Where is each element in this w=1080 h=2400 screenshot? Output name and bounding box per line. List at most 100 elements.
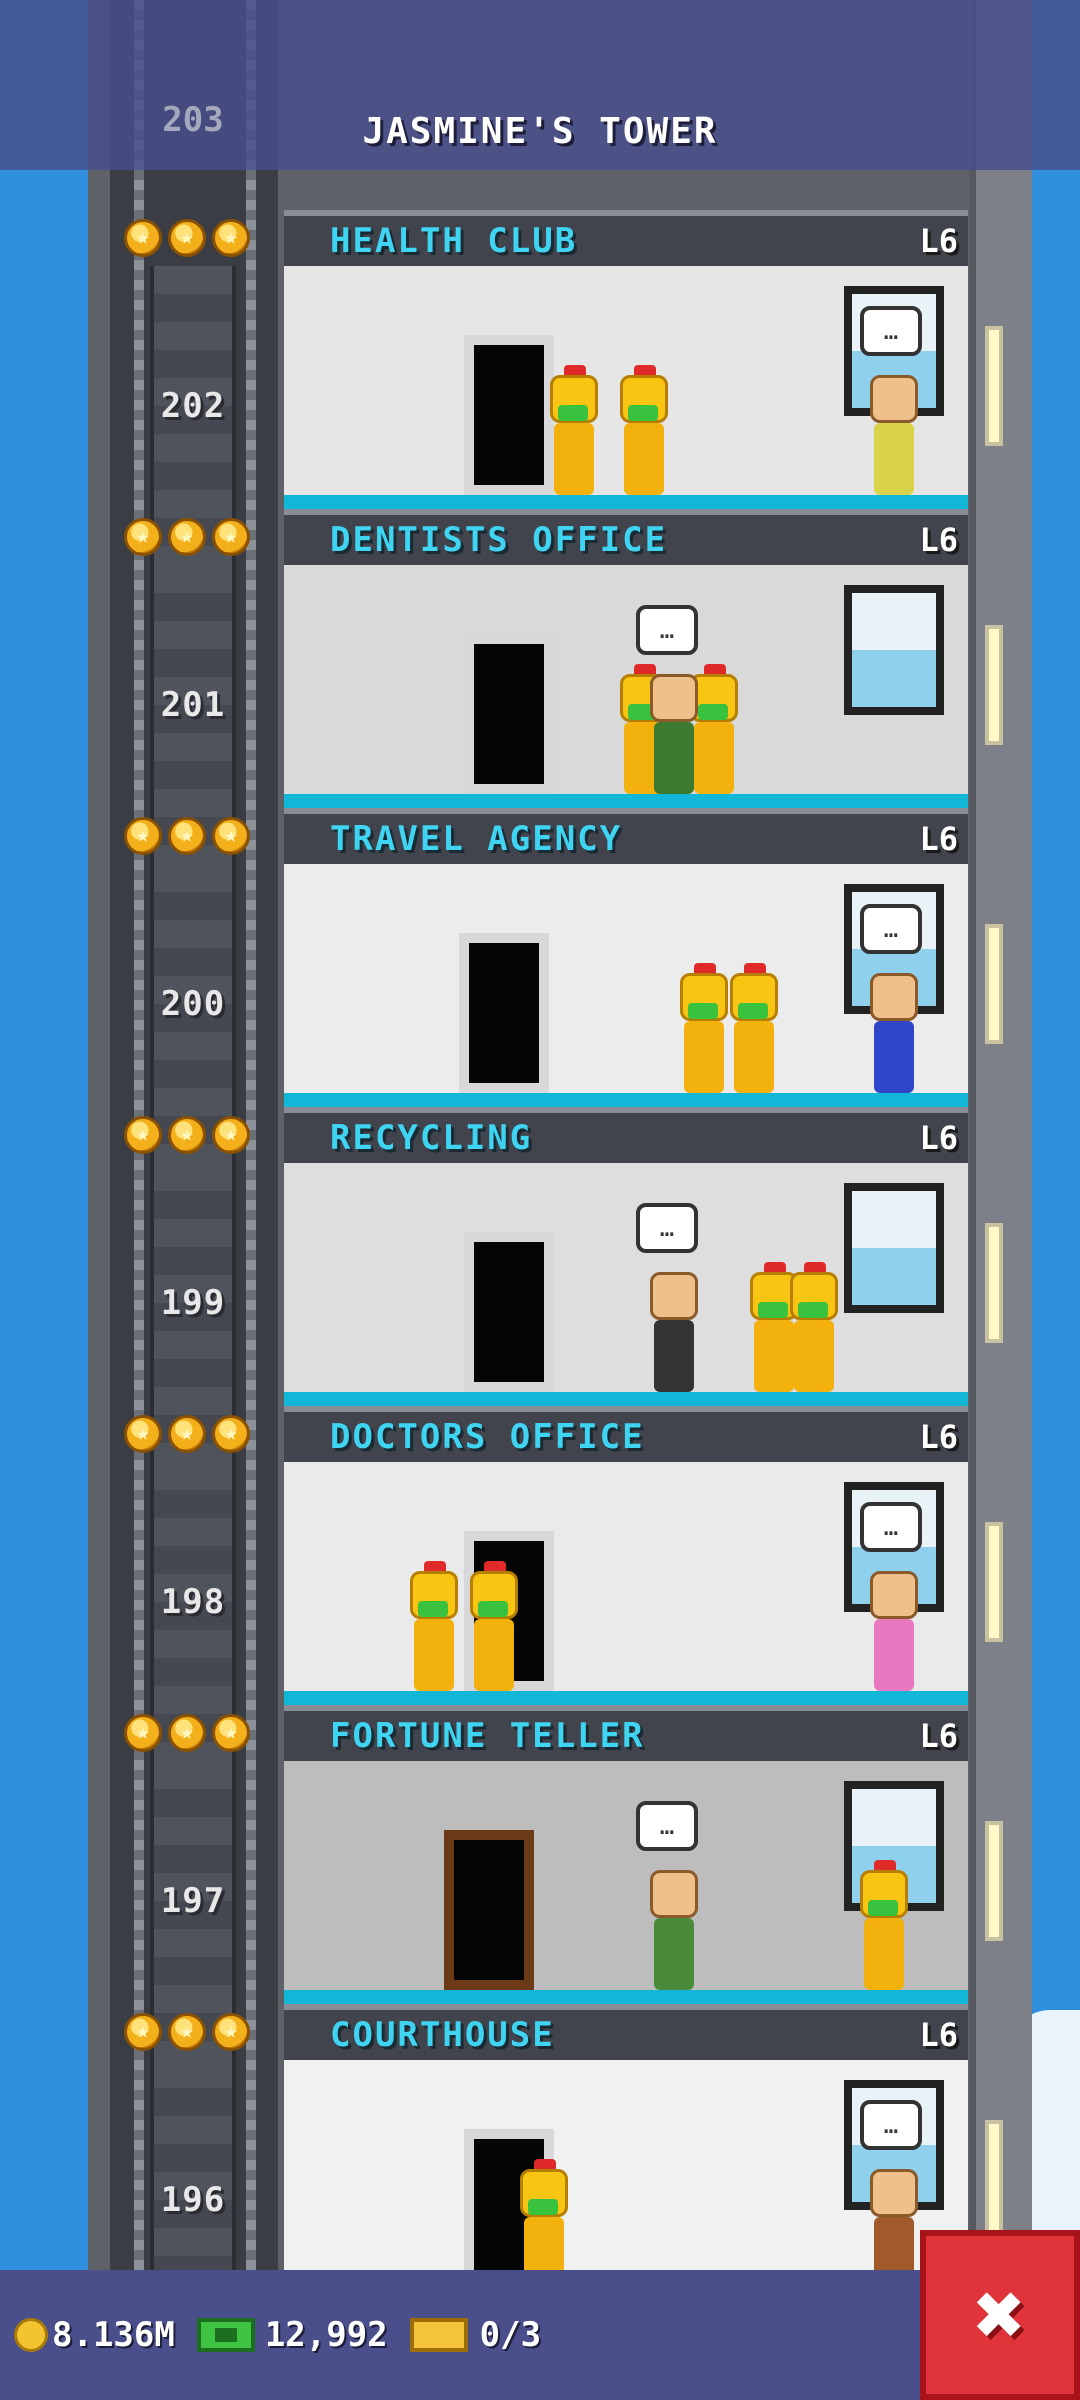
floor-room[interactable]: … xyxy=(284,864,968,1107)
bitizen-head xyxy=(650,1870,698,1918)
floor-number: 203 xyxy=(162,100,224,140)
star-icon: ★ xyxy=(212,1415,250,1453)
star-rating: ★ ★ ★ xyxy=(124,1415,250,1453)
floor-number: 196 xyxy=(160,2180,226,2220)
tower-window xyxy=(985,1821,1003,1941)
bitizen[interactable] xyxy=(644,1272,704,1392)
floor-number: 198 xyxy=(160,1582,226,1622)
star-rating: ★ ★ ★ xyxy=(124,1714,250,1752)
bitizen-body xyxy=(874,1021,914,1093)
floor-number: 202 xyxy=(160,386,226,426)
floor-room[interactable]: … xyxy=(284,565,968,808)
bitizen[interactable] xyxy=(644,674,704,794)
floor-name: DENTISTS OFFICE xyxy=(330,520,668,560)
bitizen[interactable] xyxy=(864,375,924,495)
chicken-costume-bitizen[interactable] xyxy=(724,963,784,1093)
floor[interactable]: FORTUNE TELLER L6 … xyxy=(284,1705,968,2004)
chicken-beak xyxy=(688,1003,718,1019)
floor-room[interactable]: … xyxy=(284,1462,968,1705)
bitizen-body xyxy=(414,1619,454,1691)
bitizen-body xyxy=(654,1918,694,1990)
elevator-door xyxy=(464,335,554,495)
tower-bux-icon xyxy=(196,2318,255,2352)
elevator-door xyxy=(459,933,549,1093)
chicken-costume-bitizen[interactable] xyxy=(854,1860,914,1990)
room-floor xyxy=(284,1990,968,2004)
star-icon: ★ xyxy=(212,817,250,855)
floor-name: RECYCLING xyxy=(330,1118,533,1158)
thought-bubble-icon[interactable]: … xyxy=(860,1502,922,1552)
tickets-value: 0/3 xyxy=(479,2315,542,2355)
tower-window xyxy=(985,625,1003,745)
floor-room[interactable]: … xyxy=(284,2060,968,2303)
star-icon: ★ xyxy=(168,219,206,257)
floor[interactable]: TRAVEL AGENCY L6 … xyxy=(284,808,968,1107)
star-icon: ★ xyxy=(124,817,162,855)
chicken-beak xyxy=(738,1003,768,1019)
chicken-beak xyxy=(558,405,588,421)
floor-label-bar[interactable]: TRAVEL AGENCY L6 xyxy=(284,808,968,864)
thought-bubble-icon[interactable]: … xyxy=(860,904,922,954)
floor-name: DOCTORS OFFICE xyxy=(330,1417,645,1457)
star-icon: ★ xyxy=(212,2013,250,2051)
thought-bubble-icon[interactable]: … xyxy=(636,1801,698,1851)
floor[interactable]: DOCTORS OFFICE L6 … xyxy=(284,1406,968,1705)
bitizen[interactable] xyxy=(864,973,924,1093)
bottom-bar: 8.136M 12,992 0/3 xyxy=(0,2270,1080,2400)
bitizen[interactable] xyxy=(864,1571,924,1691)
close-button[interactable]: ✖ xyxy=(920,2230,1080,2400)
chicken-costume-bitizen[interactable] xyxy=(784,1262,844,1392)
bitizen-body xyxy=(794,1320,834,1392)
floor-label-bar[interactable]: DENTISTS OFFICE L6 xyxy=(284,509,968,565)
room-window xyxy=(844,585,944,715)
chicken-costume-bitizen[interactable] xyxy=(464,1561,524,1691)
bitizen[interactable] xyxy=(644,1870,704,1990)
floor-room[interactable]: … xyxy=(284,266,968,509)
chicken-beak xyxy=(868,1900,898,1916)
chicken-costume-bitizen[interactable] xyxy=(404,1561,464,1691)
chicken-costume-bitizen[interactable] xyxy=(544,365,604,495)
star-icon: ★ xyxy=(212,219,250,257)
bitizen-body xyxy=(874,423,914,495)
floor-label-bar[interactable]: RECYCLING L6 xyxy=(284,1107,968,1163)
floor-label-bar[interactable]: COURTHOUSE L6 xyxy=(284,2004,968,2060)
room-window xyxy=(844,1183,944,1313)
floor[interactable]: COURTHOUSE L6 … xyxy=(284,2004,968,2303)
star-rating: ★ ★ ★ xyxy=(124,1116,250,1154)
bitizen-body xyxy=(624,423,664,495)
floor[interactable]: RECYCLING L6 … xyxy=(284,1107,968,1406)
bitizen-body xyxy=(654,722,694,794)
coin-icon xyxy=(14,2318,48,2352)
tower-window xyxy=(985,1522,1003,1642)
room-floor xyxy=(284,1093,968,1107)
elevator-door xyxy=(464,634,554,794)
floor-label-bar[interactable]: FORTUNE TELLER L6 xyxy=(284,1705,968,1761)
thought-bubble-icon[interactable]: … xyxy=(636,605,698,655)
tower-window xyxy=(985,2120,1003,2240)
star-icon: ★ xyxy=(124,219,162,257)
floor-label-bar[interactable]: HEALTH CLUB L6 xyxy=(284,210,968,266)
floor-label-bar[interactable]: DOCTORS OFFICE L6 xyxy=(284,1406,968,1462)
thought-bubble-icon[interactable]: … xyxy=(860,2100,922,2150)
bitizen-head xyxy=(650,1272,698,1320)
floor-level: L6 xyxy=(919,820,958,858)
bitizen-head xyxy=(870,2169,918,2217)
chicken-beak xyxy=(798,1302,828,1318)
star-icon: ★ xyxy=(124,1714,162,1752)
star-icon: ★ xyxy=(168,518,206,556)
room-floor xyxy=(284,1392,968,1406)
floor[interactable]: HEALTH CLUB L6 … xyxy=(284,210,968,509)
bitizen-head xyxy=(650,674,698,722)
floor-level: L6 xyxy=(919,521,958,559)
chicken-costume-bitizen[interactable] xyxy=(614,365,674,495)
thought-bubble-icon[interactable]: … xyxy=(860,306,922,356)
star-icon: ★ xyxy=(212,1714,250,1752)
star-icon: ★ xyxy=(124,2013,162,2051)
close-icon: ✖ xyxy=(974,2265,1026,2365)
floor-room[interactable]: … xyxy=(284,1761,968,2004)
floor-room[interactable]: … xyxy=(284,1163,968,1406)
thought-bubble-icon[interactable]: … xyxy=(636,1203,698,1253)
floor[interactable]: DENTISTS OFFICE L6 … xyxy=(284,509,968,808)
star-rating: ★ ★ ★ xyxy=(124,817,250,855)
star-rating: ★ ★ ★ xyxy=(124,518,250,556)
